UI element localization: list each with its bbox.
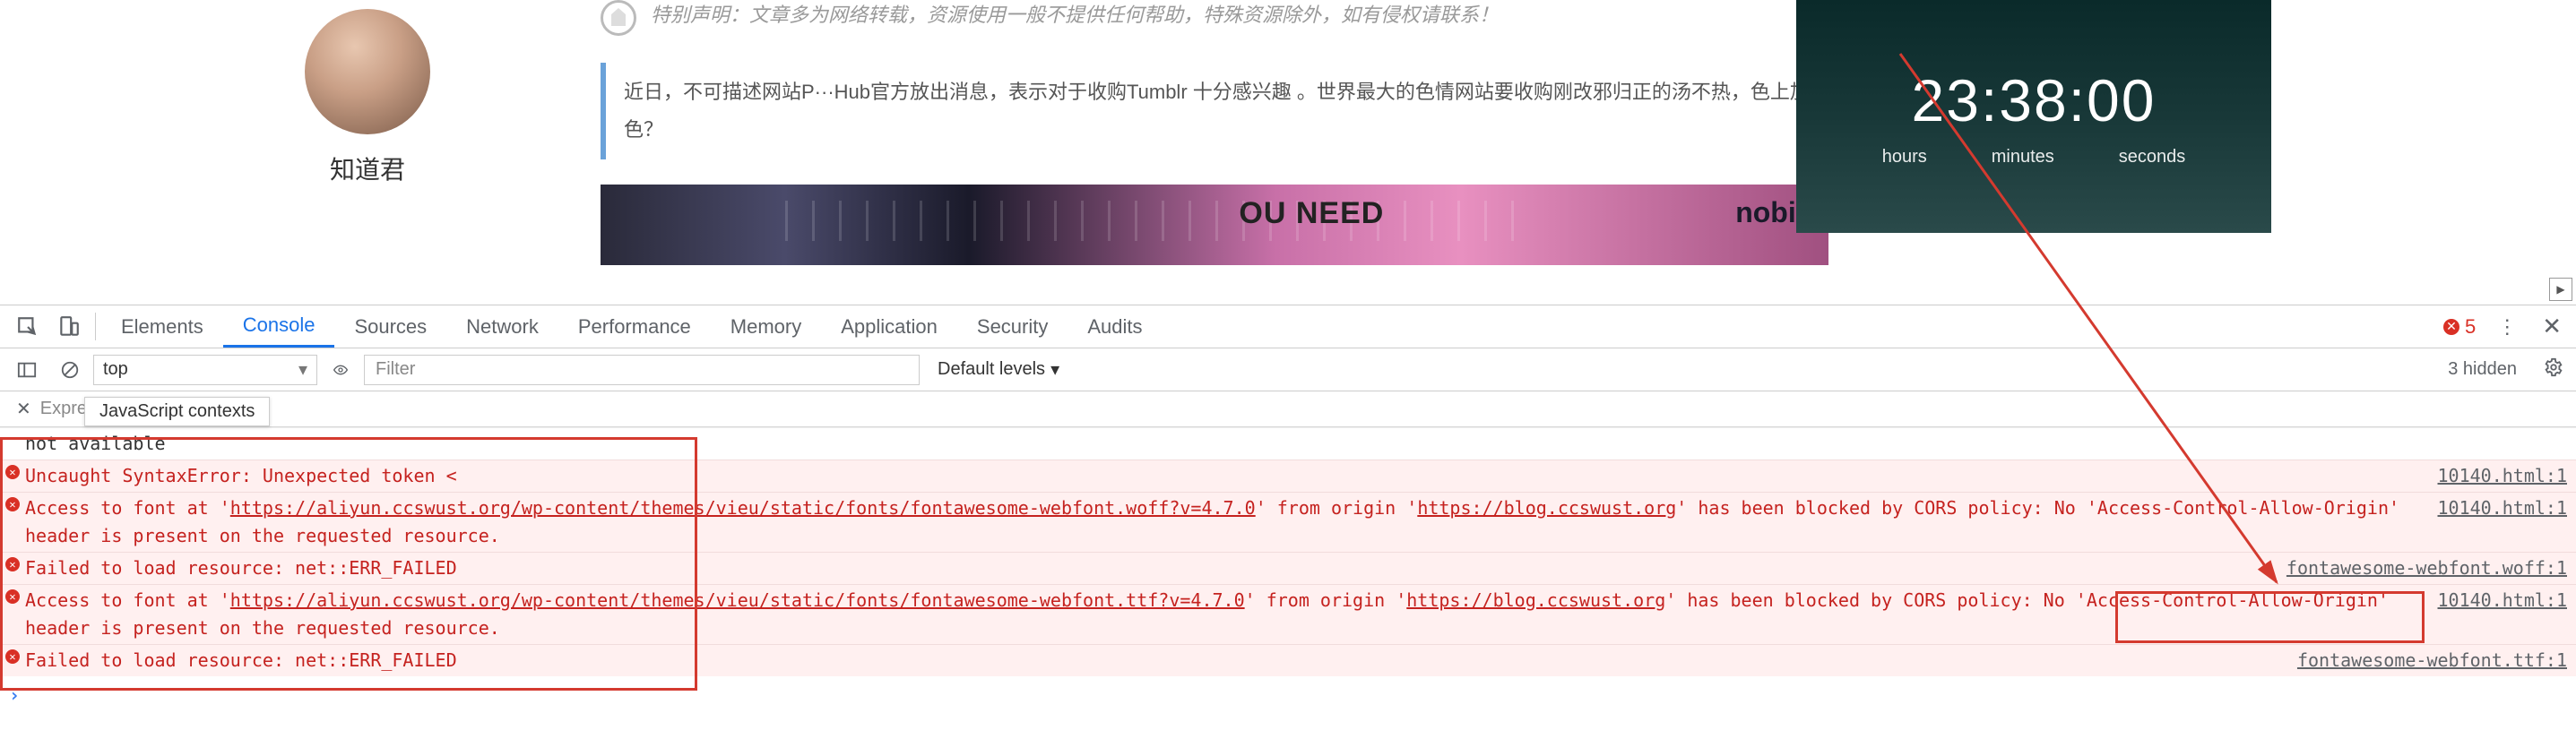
- error-message[interactable]: Failed to load resource: net::ERR_FAILED: [25, 647, 2279, 674]
- prompt-chevron-icon: ›: [9, 682, 30, 709]
- error-source-link[interactable]: fontawesome-webfont.ttf:1: [2279, 647, 2567, 674]
- tab-network[interactable]: Network: [446, 305, 558, 348]
- scroll-right-button[interactable]: ▶: [2549, 278, 2572, 301]
- countdown-widget: 23:38:00 hours minutes seconds: [1796, 0, 2271, 233]
- toggle-sidebar-icon[interactable]: [7, 360, 47, 380]
- hours-label: hours: [1882, 147, 1927, 168]
- chevron-down-icon: ▾: [1050, 358, 1059, 381]
- error-icon: ✕: [5, 465, 20, 479]
- filter-input[interactable]: Filter: [364, 355, 920, 385]
- minutes-value: 38: [1999, 67, 2068, 133]
- error-message[interactable]: Uncaught SyntaxError: Unexpected token <: [25, 462, 2420, 490]
- error-link[interactable]: https://aliyun.ccswust.org/wp-content/th…: [230, 497, 1256, 519]
- error-source-link[interactable]: 10140.html:1: [2420, 587, 2568, 614]
- tab-memory[interactable]: Memory: [711, 305, 821, 348]
- countdown-time: 23:38:00: [1912, 66, 2157, 134]
- hours-value: 23: [1912, 67, 1981, 133]
- disclaimer-text: 特别声明：文章多为网络转载，资源使用一般不提供任何帮助，特殊资源除外，如有侵权请…: [651, 0, 1499, 30]
- error-icon: ✕: [5, 589, 20, 604]
- console-error-row: ✕ Access to font at 'https://aliyun.ccswu…: [0, 492, 2576, 552]
- error-count-value: 5: [2465, 315, 2476, 339]
- hero-text-right: nobil: [1735, 196, 1803, 229]
- chevron-down-icon: ▾: [298, 358, 307, 381]
- console-error-row: ✕ Failed to load resource: net::ERR_FAILE…: [0, 644, 2576, 676]
- seconds-label: seconds: [2119, 147, 2186, 168]
- expression-bar: ✕ Expression JavaScript contexts: [0, 391, 2576, 427]
- tab-audits[interactable]: Audits: [1068, 305, 1162, 348]
- error-counter[interactable]: ✕ 5: [2433, 305, 2486, 348]
- live-expression-icon[interactable]: [321, 360, 360, 380]
- tab-performance[interactable]: Performance: [558, 305, 711, 348]
- devtools-panel: ElementsConsoleSourcesNetworkPerformance…: [0, 305, 2576, 756]
- levels-label: Default levels: [938, 359, 1045, 380]
- tab-console[interactable]: Console: [223, 305, 335, 348]
- error-icon: ✕: [5, 649, 20, 664]
- seconds-value: 00: [2087, 67, 2156, 133]
- toggle-device-icon[interactable]: [48, 305, 90, 348]
- inspect-element-icon[interactable]: [7, 305, 48, 348]
- context-tooltip: JavaScript contexts: [84, 397, 270, 426]
- error-badge-icon: ✕: [2443, 319, 2459, 335]
- error-link[interactable]: https://blog.ccswust.org: [1406, 589, 1665, 611]
- disclaimer-row: 特别声明：文章多为网络转载，资源使用一般不提供任何帮助，特殊资源除外，如有侵权请…: [601, 0, 1828, 36]
- context-selector[interactable]: top ▾: [93, 355, 317, 385]
- error-icon: ✕: [5, 497, 20, 511]
- console-error-row: ✕ Failed to load resource: net::ERR_FAILE…: [0, 552, 2576, 584]
- console-error-row: ✕ Uncaught SyntaxError: Unexpected token …: [0, 460, 2576, 492]
- article-quote: 近日，不可描述网站P···Hub官方放出消息，表示对于收购Tumblr 十分感兴…: [601, 63, 1828, 159]
- info-icon: [601, 0, 636, 36]
- log-levels-selector[interactable]: Default levels ▾: [923, 358, 1074, 381]
- error-link[interactable]: https://aliyun.ccswust.org/wp-content/th…: [230, 589, 1245, 611]
- error-source-link[interactable]: 10140.html:1: [2420, 462, 2568, 490]
- console-output: not available ✕ Uncaught SyntaxError: Une…: [0, 427, 2576, 756]
- console-toolbar: top ▾ Filter Default levels ▾ 3 hidden: [0, 348, 2576, 391]
- error-message[interactable]: Access to font at 'https://aliyun.ccswus…: [25, 587, 2420, 642]
- error-link[interactable]: https://blog.ccswust.org: [1417, 497, 1676, 519]
- tab-elements[interactable]: Elements: [101, 305, 223, 348]
- article-hero-image: OU NEED nobil: [601, 185, 1828, 265]
- article-body: 特别声明：文章多为网络转载，资源使用一般不提供任何帮助，特殊资源除外，如有侵权请…: [601, 0, 1828, 265]
- not-available-text: not available: [25, 430, 2567, 458]
- minutes-label: minutes: [1992, 147, 2054, 168]
- tab-application[interactable]: Application: [821, 305, 957, 348]
- webpage-preview: 知道君 特别声明：文章多为网络转载，资源使用一般不提供任何帮助，特殊资源除外，如…: [0, 0, 2576, 305]
- author-card: 知道君: [242, 0, 493, 186]
- devtools-menu-icon[interactable]: ⋮: [2486, 305, 2528, 348]
- devtools-close-icon[interactable]: ✕: [2528, 305, 2576, 348]
- tab-security[interactable]: Security: [957, 305, 1068, 348]
- context-value: top: [103, 359, 128, 380]
- error-source-link[interactable]: 10140.html:1: [2420, 494, 2568, 522]
- console-settings-icon[interactable]: [2531, 357, 2576, 382]
- console-prompt[interactable]: ›: [0, 676, 2576, 715]
- hidden-count[interactable]: 3 hidden: [2437, 359, 2528, 380]
- clear-console-icon[interactable]: [50, 360, 90, 380]
- error-icon: ✕: [5, 557, 20, 571]
- error-message[interactable]: Failed to load resource: net::ERR_FAILED: [25, 554, 2269, 582]
- error-message[interactable]: Access to font at 'https://aliyun.ccswus…: [25, 494, 2420, 550]
- filter-placeholder: Filter: [376, 359, 415, 380]
- author-name[interactable]: 知道君: [242, 150, 493, 186]
- devtools-tabbar: ElementsConsoleSourcesNetworkPerformance…: [0, 305, 2576, 348]
- error-source-link[interactable]: fontawesome-webfont.woff:1: [2269, 554, 2567, 582]
- hero-text-left: OU NEED: [1239, 196, 1384, 231]
- console-error-row: ✕ Access to font at 'https://aliyun.ccswu…: [0, 584, 2576, 644]
- console-row: not available: [0, 427, 2576, 460]
- avatar[interactable]: [305, 9, 430, 134]
- remove-expression-icon[interactable]: ✕: [7, 398, 40, 420]
- tab-sources[interactable]: Sources: [334, 305, 446, 348]
